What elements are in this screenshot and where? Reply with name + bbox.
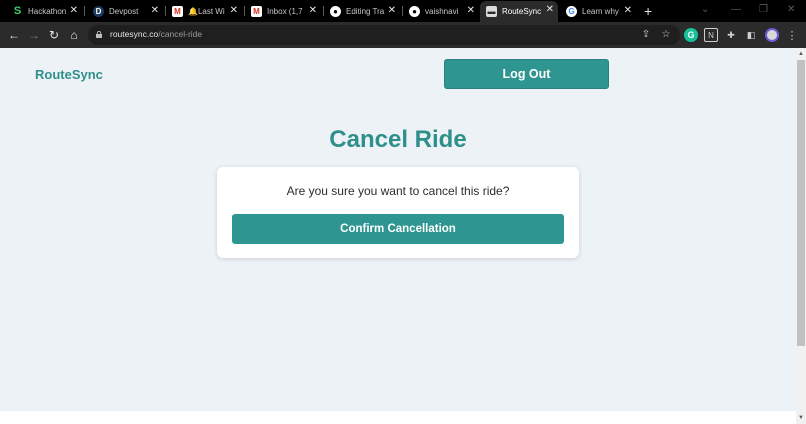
tab-title: Devpost: [109, 6, 139, 16]
tab-editing[interactable]: ● Editing Tra ✕: [324, 2, 400, 20]
grammarly-icon[interactable]: G: [684, 28, 698, 42]
extensions-puzzle-icon[interactable]: ✚: [724, 28, 738, 42]
address-bar[interactable]: routesync.co/cancel-ride ⇪ ☆: [88, 25, 680, 45]
tab-title: 🔔Last Wi: [188, 6, 225, 16]
close-icon[interactable]: ✕: [309, 5, 317, 17]
tab-separator: [84, 6, 85, 16]
reload-icon[interactable]: ↻: [45, 26, 63, 44]
confirmation-question: Are you sure you want to cancel this rid…: [286, 184, 510, 198]
restore-icon[interactable]: ❐: [759, 4, 768, 15]
lock-icon: [96, 31, 102, 38]
cancel-ride-card: Are you sure you want to cancel this rid…: [217, 167, 579, 258]
tab-last-wi[interactable]: M 🔔Last Wi ✕: [166, 2, 242, 20]
menu-kebab-icon[interactable]: ⋮: [785, 28, 799, 42]
share-icon[interactable]: ⇪: [639, 28, 653, 42]
github-icon: ●: [409, 5, 420, 17]
bookmark-star-icon[interactable]: ☆: [659, 28, 673, 42]
vertical-scrollbar[interactable]: ▲ ▼: [796, 48, 806, 424]
tab-title: RouteSync: [502, 7, 542, 16]
url-text: routesync.co/cancel-ride: [110, 29, 202, 39]
tab-vaishnavi[interactable]: ● vaishnavi ✕: [403, 2, 479, 20]
page-content: RouteSync Log Out Cancel Ride Are you su…: [0, 48, 796, 411]
scroll-down-icon[interactable]: ▼: [798, 415, 804, 421]
scrollbar-thumb[interactable]: [797, 60, 805, 346]
tab-title: Hackathon: [28, 6, 67, 16]
tab-hackathon[interactable]: S Hackathon ✕: [6, 2, 82, 20]
tab-title: Editing Tra: [346, 6, 385, 16]
notion-icon[interactable]: N: [704, 28, 718, 42]
side-panel-icon[interactable]: ◧: [744, 28, 758, 42]
tab-devpost[interactable]: D Devpost ✕: [87, 2, 163, 20]
close-icon[interactable]: ✕: [70, 5, 78, 17]
logout-button[interactable]: Log Out: [444, 59, 609, 89]
google-icon: G: [566, 5, 577, 17]
tab-learn-why[interactable]: G Learn why ✕: [560, 2, 636, 20]
close-icon[interactable]: ✕: [230, 5, 238, 17]
browser-toolbar: ← → ↻ ⌂ routesync.co/cancel-ride ⇪ ☆ G N…: [0, 22, 806, 48]
brand-logo[interactable]: RouteSync: [35, 67, 103, 82]
page-title: Cancel Ride: [329, 126, 467, 153]
devfolio-icon: S: [13, 5, 22, 17]
tab-title: Learn why: [582, 6, 619, 16]
tab-inbox[interactable]: M Inbox (1,7 ✕: [245, 2, 321, 20]
tab-title: vaishnavi: [425, 6, 459, 16]
url-host: routesync.co: [110, 29, 159, 39]
minimize-icon[interactable]: —: [731, 4, 741, 15]
tab-search-icon[interactable]: ⌄: [701, 4, 709, 15]
tab-routesync[interactable]: ▬ RouteSync ✕: [480, 1, 558, 22]
scroll-up-icon[interactable]: ▲: [798, 51, 804, 57]
gmail-icon: M: [251, 5, 262, 17]
close-icon[interactable]: ✕: [151, 5, 159, 17]
close-icon[interactable]: ✕: [467, 5, 475, 17]
home-icon[interactable]: ⌂: [65, 26, 83, 44]
close-icon[interactable]: ✕: [546, 4, 554, 16]
forward-icon[interactable]: →: [25, 26, 43, 44]
new-tab-button[interactable]: +: [644, 2, 652, 20]
window-close-icon[interactable]: ✕: [787, 4, 795, 15]
profile-avatar[interactable]: [765, 28, 779, 42]
devpost-icon: D: [93, 5, 104, 17]
tab-title: Inbox (1,7: [267, 6, 303, 16]
url-path: /cancel-ride: [158, 29, 203, 39]
page-bottom-strip: [0, 411, 796, 424]
close-icon[interactable]: ✕: [624, 5, 632, 17]
gmail-icon: M: [172, 5, 183, 17]
confirm-cancellation-button[interactable]: Confirm Cancellation: [232, 214, 564, 244]
routesync-icon: ▬: [486, 6, 497, 17]
github-icon: ●: [330, 5, 341, 17]
close-icon[interactable]: ✕: [388, 5, 396, 17]
browser-tab-strip: S Hackathon ✕ D Devpost ✕ M 🔔Last Wi ✕ M…: [0, 0, 806, 22]
back-icon[interactable]: ←: [5, 26, 23, 44]
